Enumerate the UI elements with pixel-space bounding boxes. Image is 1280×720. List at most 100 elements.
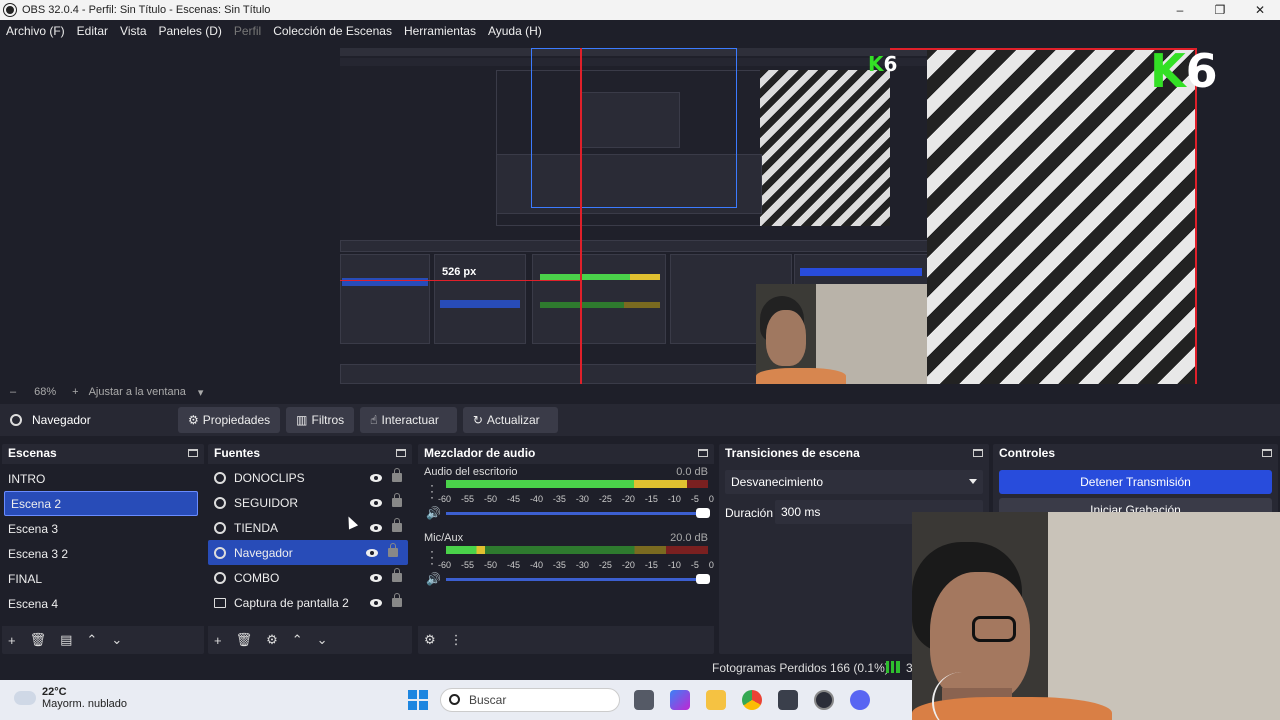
eye-icon[interactable]: [370, 473, 382, 482]
discord-icon[interactable]: [850, 690, 870, 710]
volume-slider-knob[interactable]: [696, 508, 710, 518]
lock-icon[interactable]: [392, 468, 402, 482]
trash-icon[interactable]: 🗑: [236, 632, 253, 648]
stop-stream-button[interactable]: Detener Transmisión: [999, 470, 1272, 494]
task-view-icon[interactable]: [634, 690, 654, 710]
preview-area[interactable]: 526 px K6 K6: [0, 42, 1280, 384]
restore-button[interactable]: ❐: [1200, 0, 1240, 20]
lock-icon[interactable]: [392, 493, 402, 507]
volume-slider[interactable]: [446, 508, 710, 518]
preview-canvas[interactable]: 526 px K6: [340, 48, 928, 384]
chevron-up-icon[interactable]: ⌃: [292, 632, 303, 648]
lock-icon[interactable]: [392, 593, 402, 607]
fit-window-label[interactable]: Ajustar a la ventana: [89, 386, 186, 398]
menu-edit[interactable]: Editar: [71, 24, 114, 38]
menu-view[interactable]: Vista: [114, 24, 152, 38]
menu-file[interactable]: Archivo (F): [0, 24, 71, 38]
source-item[interactable]: TIENDA: [208, 515, 412, 540]
add-icon[interactable]: +: [8, 633, 16, 648]
obs-logo-icon: [4, 4, 16, 16]
refresh-button[interactable]: ↻ Actualizar: [462, 407, 558, 433]
scenes-dock: Escenas INTRO Escena 2 Escena 3 Escena 3…: [2, 444, 204, 654]
zoom-in-button[interactable]: +: [72, 386, 78, 398]
chevron-down-icon[interactable]: ⌄: [111, 632, 122, 648]
close-button[interactable]: ✕: [1240, 0, 1280, 20]
temperature: 22°C: [42, 686, 67, 698]
copilot-icon[interactable]: [670, 690, 690, 710]
eye-icon[interactable]: [370, 498, 382, 507]
tick-label: -5: [690, 494, 699, 504]
source-item[interactable]: COMBO: [208, 565, 412, 590]
obs-taskbar-icon[interactable]: [814, 690, 834, 710]
lock-icon[interactable]: [392, 518, 402, 532]
scene-item[interactable]: INTRO: [2, 466, 204, 491]
undock-icon[interactable]: [973, 449, 983, 457]
kebab-menu-icon[interactable]: · · ·: [430, 545, 434, 569]
speaker-icon[interactable]: 🔊: [426, 572, 441, 586]
globe-icon: [214, 521, 226, 534]
menu-tools[interactable]: Herramientas: [398, 24, 482, 38]
kebab-menu-icon[interactable]: · · ·: [430, 479, 434, 503]
source-item[interactable]: Captura de pantalla 2: [208, 590, 412, 615]
undock-icon[interactable]: [1262, 449, 1272, 457]
chevron-down-icon[interactable]: ⌄: [317, 632, 328, 648]
menu-docks[interactable]: Paneles (D): [153, 24, 228, 38]
lock-icon[interactable]: [392, 568, 402, 582]
source-item-selected[interactable]: Navegador: [208, 540, 408, 565]
chrome-icon[interactable]: [742, 690, 762, 710]
properties-button[interactable]: ⚙ Propiedades: [178, 407, 281, 433]
sources-dock: Fuentes DONOCLIPS SEGUIDOR TIENDA Navega…: [208, 444, 412, 654]
menu-scene-collection[interactable]: Colección de Escenas: [267, 24, 398, 38]
minimize-button[interactable]: –: [1160, 0, 1200, 20]
eye-icon[interactable]: [370, 598, 382, 607]
gear-icon[interactable]: ⚙: [266, 632, 278, 648]
source-item[interactable]: DONOCLIPS: [208, 465, 412, 490]
folder-icon[interactable]: [706, 690, 726, 710]
speaker-icon[interactable]: 🔊: [426, 506, 441, 520]
lock-icon[interactable]: [388, 543, 398, 557]
interact-button[interactable]: ☝ Interactuar: [360, 407, 457, 433]
meter-level: [446, 480, 688, 488]
selection-box: [531, 48, 737, 208]
chevron-down-icon[interactable]: ▾: [198, 386, 204, 399]
scene-item[interactable]: Escena 4: [2, 591, 204, 616]
hand-icon: ☝: [370, 413, 378, 427]
undock-icon[interactable]: [396, 449, 406, 457]
kebab-menu-icon[interactable]: ⋮: [450, 632, 463, 648]
transition-select[interactable]: Desvanecimiento: [725, 470, 983, 494]
menu-profile[interactable]: Perfil: [228, 24, 267, 38]
weather-icon: [10, 685, 36, 705]
selected-source: Navegador: [10, 413, 178, 427]
scenes-title: Escenas: [8, 446, 57, 460]
eye-icon[interactable]: [370, 523, 382, 532]
gear-icon[interactable]: ⚙: [424, 632, 436, 648]
scene-item[interactable]: Escena 3: [2, 516, 204, 541]
source-item[interactable]: SEGUIDOR: [208, 490, 412, 515]
scene-item-selected[interactable]: Escena 2: [4, 491, 198, 516]
scene-item[interactable]: Escena 3 2: [2, 541, 204, 566]
chevron-up-icon[interactable]: ⌃: [86, 632, 97, 648]
windows-start-icon[interactable]: [408, 690, 428, 710]
search-placeholder: Buscar: [469, 693, 507, 707]
tick-label: -45: [506, 560, 520, 570]
tick-label: -20: [621, 494, 635, 504]
menu-help[interactable]: Ayuda (H): [482, 24, 548, 38]
zoom-out-button[interactable]: –: [10, 386, 16, 398]
volume-slider[interactable]: [446, 574, 710, 584]
weather-widget[interactable]: 22°C Mayorm. nublado: [10, 685, 127, 710]
eye-icon[interactable]: [370, 573, 382, 582]
scene-item[interactable]: FINAL: [2, 566, 204, 591]
trash-icon[interactable]: 🗑: [30, 632, 47, 648]
volume-slider-knob[interactable]: [696, 574, 710, 584]
undock-icon[interactable]: [698, 449, 708, 457]
store-icon[interactable]: [778, 690, 798, 710]
add-icon[interactable]: +: [214, 633, 222, 648]
filters-button[interactable]: ▥ Filtros: [286, 407, 355, 433]
eye-icon[interactable]: [366, 548, 378, 557]
undock-icon[interactable]: [188, 449, 198, 457]
tick-label: -25: [598, 494, 612, 504]
taskbar-search[interactable]: Buscar: [440, 688, 620, 712]
guide-line: [580, 48, 582, 384]
tick-label: -35: [552, 494, 566, 504]
filter-icon[interactable]: ▤: [60, 632, 72, 648]
